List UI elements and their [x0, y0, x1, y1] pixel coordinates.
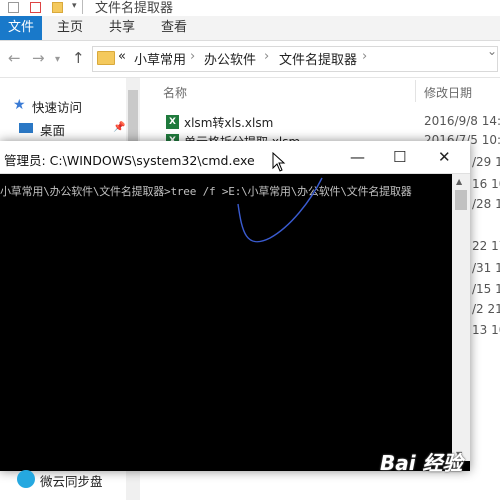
cmd-scrollbar-thumb[interactable] — [455, 190, 467, 210]
tab-home[interactable]: 主页 — [57, 16, 83, 40]
mouse-cursor-icon — [272, 152, 286, 172]
breadcrumb-separator-icon: › — [362, 49, 368, 64]
file-date-partial: /2 21 — [472, 302, 500, 316]
address-dropdown-icon[interactable]: ⌄ — [487, 44, 497, 58]
up-arrow-icon[interactable]: ↑ — [72, 49, 85, 67]
maximize-button[interactable]: ☐ — [393, 148, 406, 166]
desktop-icon — [19, 123, 33, 133]
tab-file[interactable]: 文件 — [0, 16, 42, 40]
pin-icon[interactable]: 📌 — [113, 122, 125, 133]
file-date-partial: /29 1 — [472, 155, 500, 169]
breadcrumb-overflow[interactable]: « — [118, 49, 126, 64]
breadcrumb-separator-icon: › — [190, 49, 196, 64]
cmd-output-line: 小草常用\办公软件\文件名提取器>tree /f >E:\小草常用\办公软件\文… — [0, 185, 412, 198]
file-name[interactable]: xlsm转xls.xlsm — [184, 114, 273, 131]
chevron-down-icon[interactable]: ▾ — [72, 1, 77, 11]
tab-share[interactable]: 共享 — [109, 16, 135, 40]
cmd-scrollbar[interactable]: ▲ ▼ — [452, 174, 470, 461]
explorer-titlebar: ▾ 文件名提取器 — [0, 0, 500, 16]
new-folder-icon[interactable] — [52, 2, 63, 13]
file-date-partial: 16 10 — [472, 177, 500, 191]
file-date-partial: 13 10 — [472, 323, 500, 337]
cmd-title: 管理员: C:\WINDOWS\system32\cmd.exe — [4, 153, 255, 168]
folder-icon — [97, 51, 115, 65]
excel-file-icon: X — [166, 115, 179, 129]
scroll-up-icon[interactable]: ▲ — [456, 177, 462, 186]
file-date-partial: /28 1 — [472, 197, 500, 211]
annotation-stroke-icon — [237, 177, 323, 243]
recent-chevron-icon[interactable]: ▾ — [55, 54, 60, 65]
file-date-partial: /31 1 — [472, 261, 500, 275]
breadcrumb-item-office[interactable]: 办公软件 — [204, 49, 256, 68]
back-arrow-icon[interactable]: ← — [8, 49, 21, 67]
column-header-name[interactable]: 名称 — [163, 84, 187, 101]
tab-view[interactable]: 查看 — [161, 16, 187, 40]
breadcrumb-item-xiaocao[interactable]: 小草常用 — [134, 49, 186, 68]
star-icon: ★ — [13, 97, 26, 113]
quick-access-icon[interactable] — [8, 2, 19, 13]
nav-item-weiyun[interactable]: 微云同步盘 — [40, 471, 103, 490]
file-date-partial: 22 17 — [472, 239, 500, 253]
properties-icon[interactable] — [30, 2, 41, 13]
explorer-title: 文件名提取器 — [95, 1, 174, 16]
cmd-console[interactable] — [0, 174, 452, 461]
file-date: 2016/9/8 14: — [424, 114, 500, 128]
close-button[interactable]: ✕ — [438, 148, 451, 166]
column-divider — [415, 80, 416, 102]
breadcrumb-item-extractor[interactable]: 文件名提取器 — [279, 49, 357, 68]
nav-item-desktop[interactable]: 桌面 — [40, 120, 65, 139]
title-divider — [82, 0, 83, 14]
baidu-watermark: Bai 经验 — [380, 451, 463, 475]
file-date-partial: /15 1 — [472, 282, 500, 296]
nav-item-quick-access[interactable]: 快速访问 — [32, 97, 82, 116]
breadcrumb-separator-icon: › — [264, 49, 270, 64]
column-header-modified[interactable]: 修改日期 — [424, 84, 472, 101]
weiyun-icon — [17, 470, 35, 488]
forward-arrow-icon[interactable]: → — [32, 49, 45, 67]
minimize-button[interactable]: — — [350, 148, 365, 166]
